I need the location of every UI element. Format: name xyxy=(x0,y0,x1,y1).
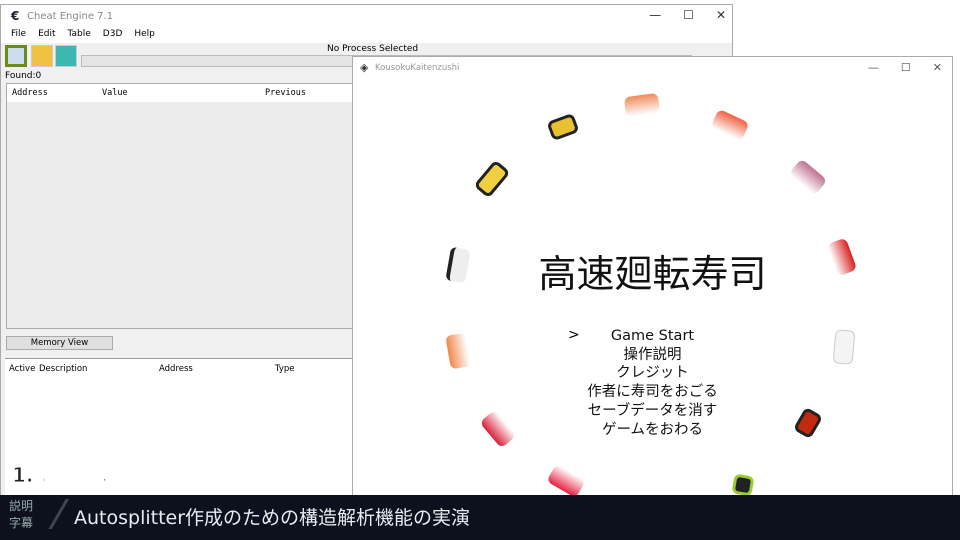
sushi-icon xyxy=(710,108,750,142)
game-menu: Game Start 操作説明 クレジット 作者に寿司をおごる セーブデータを消… xyxy=(353,327,952,439)
column-type[interactable]: Type xyxy=(275,364,295,374)
menu-delete-save[interactable]: セーブデータを消す xyxy=(353,402,952,421)
maximize-button[interactable]: ☐ xyxy=(683,8,694,22)
column-previous[interactable]: Previous xyxy=(265,88,306,98)
sushi-icon xyxy=(623,92,661,118)
game-window: ◈ KousokuKaitenzushi — ☐ ✕ 高速廻転寿司 > Game S… xyxy=(352,56,953,499)
menu-d3d[interactable]: D3D xyxy=(103,29,123,43)
maximize-button[interactable]: ☐ xyxy=(901,61,911,74)
memory-view-button[interactable]: Memory View xyxy=(6,336,113,350)
sushi-icon xyxy=(731,473,755,497)
found-count: Found:0 xyxy=(5,71,42,81)
cheat-engine-logo-icon: € xyxy=(11,9,20,23)
menu-treat-author[interactable]: 作者に寿司をおごる xyxy=(353,383,952,402)
menu-edit[interactable]: Edit xyxy=(38,29,55,43)
menu-controls[interactable]: 操作説明 xyxy=(353,346,952,365)
menu-file[interactable]: File xyxy=(11,29,26,43)
game-title-bar: ◈ KousokuKaitenzushi — ☐ ✕ xyxy=(353,57,952,79)
sushi-icon xyxy=(546,112,580,142)
close-button[interactable]: ✕ xyxy=(716,8,726,22)
menu-help[interactable]: Help xyxy=(134,29,155,43)
save-icon[interactable] xyxy=(55,45,77,67)
subtitle-label: 説明 字幕 xyxy=(9,499,34,530)
close-button[interactable]: ✕ xyxy=(933,61,942,74)
chapter-heading: 1. はじめに xyxy=(11,463,121,488)
slash-decoration xyxy=(44,499,74,529)
menu-table[interactable]: Table xyxy=(68,29,91,43)
unity-icon: ◈ xyxy=(360,61,369,74)
menu-quit[interactable]: ゲームをおわる xyxy=(353,421,952,440)
menu-game-start[interactable]: Game Start xyxy=(353,327,952,346)
sushi-icon xyxy=(546,463,586,499)
window-title: Cheat Engine 7.1 xyxy=(27,11,114,22)
game-window-title: KousokuKaitenzushi xyxy=(375,63,460,73)
column-value[interactable]: Value xyxy=(102,88,128,98)
column-address[interactable]: Address xyxy=(12,88,48,98)
open-process-icon[interactable] xyxy=(5,45,27,67)
subtitle-banner: 説明 字幕 Autosplitter作成のための構造解析機能の実演 xyxy=(0,495,960,540)
minimize-button[interactable]: — xyxy=(868,61,879,74)
minimize-button[interactable]: — xyxy=(649,8,661,22)
column-description[interactable]: Description xyxy=(39,364,87,374)
results-list[interactable]: Address Value Previous xyxy=(6,83,353,329)
sushi-icon xyxy=(473,159,511,199)
title-bar: € Cheat Engine 7.1 — ☐ ✕ xyxy=(1,5,732,29)
process-label: No Process Selected xyxy=(327,44,419,54)
subtitle-text: Autosplitter作成のための構造解析機能の実演 xyxy=(74,507,471,529)
game-heading: 高速廻転寿司 xyxy=(538,252,767,296)
column-address[interactable]: Address xyxy=(159,364,193,374)
column-active[interactable]: Active xyxy=(9,364,35,374)
menu-bar: File Edit Table D3D Help xyxy=(1,29,732,43)
sushi-icon xyxy=(788,158,828,196)
open-file-icon[interactable] xyxy=(31,45,53,67)
menu-credits[interactable]: クレジット xyxy=(353,364,952,383)
